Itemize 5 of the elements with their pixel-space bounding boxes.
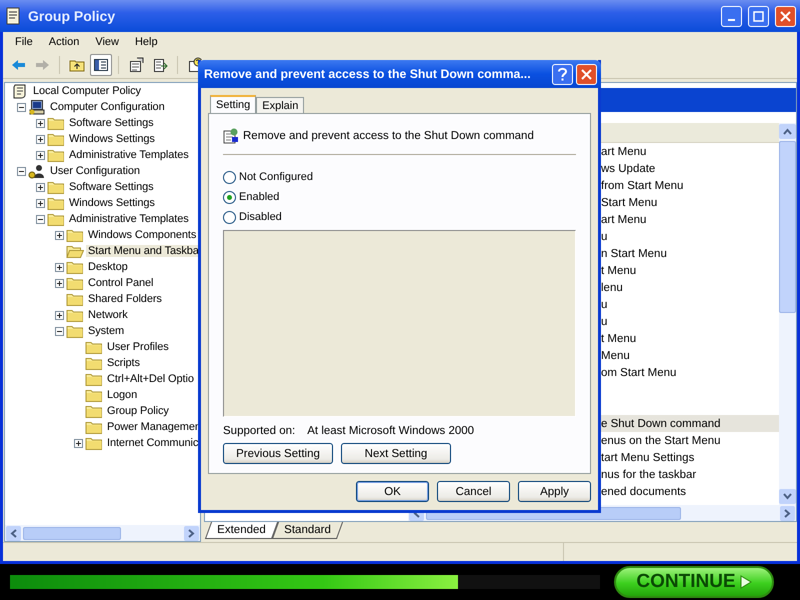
supported-value: At least Microsoft Windows 2000 [307, 424, 474, 436]
setting-name: Remove and prevent access to the Shut Down command [243, 130, 534, 142]
window-title: Group Policy [28, 8, 116, 24]
supported-label: Supported on: [223, 424, 296, 436]
dialog-title: Remove and prevent access to the Shut Down comma... [204, 67, 532, 81]
